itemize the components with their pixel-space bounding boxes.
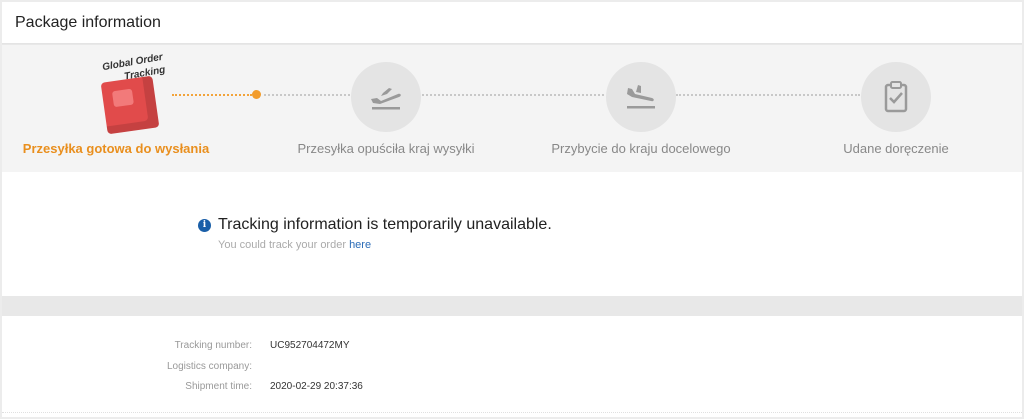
shipment-time-label: Shipment time:	[185, 381, 252, 392]
logistics-company-row: Logistics company:	[2, 361, 1022, 381]
tracking-notice: i Tracking information is temporarily un…	[2, 172, 1022, 296]
global-order-tracking-logo: Global Order Tracking	[98, 52, 178, 135]
page-title: Package information	[15, 14, 161, 31]
tracking-number-label: Tracking number:	[174, 340, 252, 351]
step-ready-to-ship: Global Order Tracking Przesyłka gotowa d…	[10, 45, 250, 172]
tracking-progress: Global Order Tracking Przesyłka gotowa d…	[2, 45, 1022, 172]
step-label: Przesyłka opuściła kraj wysyłki	[297, 141, 475, 156]
info-icon: i	[198, 219, 211, 232]
tracking-number-row: Tracking number: UC952704472MY	[2, 340, 1022, 360]
box-icon	[100, 75, 160, 135]
step-delivered: Udane doręczenie	[776, 45, 1016, 172]
track-here-link[interactable]: here	[349, 239, 371, 251]
panel-header: Package information	[2, 2, 1022, 44]
shipment-time-value: 2020-02-29 20:37:36	[270, 381, 363, 392]
step-label: Przesyłka gotowa do wysłania	[22, 141, 210, 156]
package-information-panel: Package information Global Order Trackin…	[2, 2, 1022, 417]
notice-sub-text: You could track your order	[218, 239, 350, 251]
step-label: Przybycie do kraju docelowego	[551, 141, 731, 156]
shipment-details: Tracking number: UC952704472MY Logistics…	[2, 316, 1022, 417]
shipment-time-row: Shipment time: 2020-02-29 20:37:36	[2, 381, 1022, 401]
divider	[2, 412, 1022, 413]
logistics-company-label: Logistics company:	[166, 361, 252, 372]
notice-title: Tracking information is temporarily unav…	[218, 216, 552, 233]
step-arrived-destination: Przybycie do kraju docelowego	[521, 45, 761, 172]
notice-subtitle: You could track your order here	[218, 239, 371, 251]
clipboard-check-icon	[861, 62, 931, 132]
step-left-origin-country: Przesyłka opuściła kraj wysyłki	[266, 45, 506, 172]
plane-arrival-icon	[606, 62, 676, 132]
plane-departure-icon	[351, 62, 421, 132]
progress-marker	[252, 90, 261, 99]
tracking-number-value: UC952704472MY	[270, 340, 350, 351]
step-label: Udane doręczenie	[843, 141, 949, 156]
